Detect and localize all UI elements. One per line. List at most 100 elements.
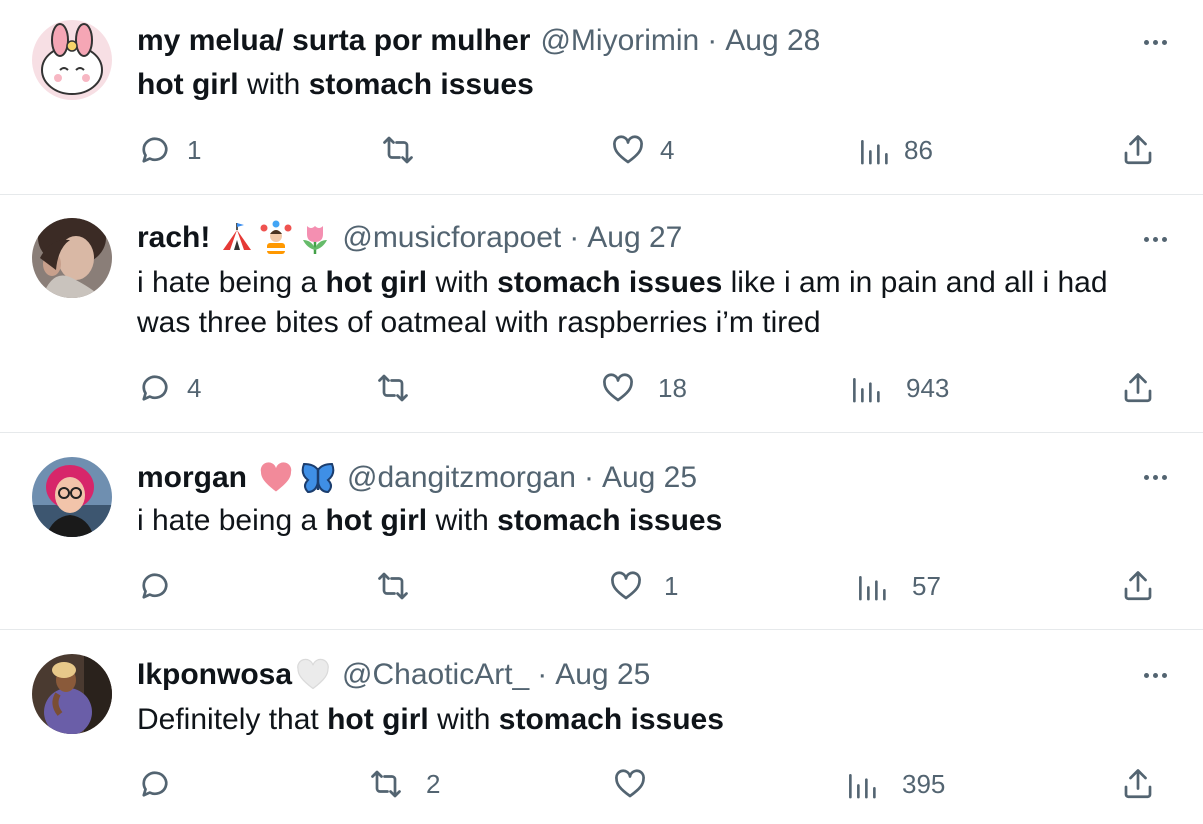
views-icon [856,568,888,604]
share-button[interactable] [1120,566,1156,606]
butterfly-icon [299,460,337,496]
like-count: 4 [660,134,675,165]
reply-button[interactable] [137,566,187,606]
reply-icon [137,766,173,802]
tweet-text: Definitely that hot girl with stomach is… [137,700,1133,740]
views-button[interactable]: 943 [850,368,949,408]
retweet-button[interactable] [380,130,430,170]
tweet-header: rach! @musicforapoet · Aug 27 [137,218,682,258]
separator-dot: · [569,221,580,254]
tweet-text-segment: Definitely that [137,703,328,736]
avatar[interactable] [32,218,112,298]
circus-tent-icon [220,220,254,256]
user-handle[interactable]: @musicforapoet [342,221,561,255]
juggler-emoji-icon [258,220,294,256]
tweet-text-segment: i hate being a [137,504,326,537]
tweet-date[interactable]: Aug 27 [587,221,682,255]
tweet[interactable]: Ikponwosa @ChaoticArt_ · Aug 25 Definite… [0,630,1203,824]
like-button[interactable]: 18 [600,368,687,408]
share-button[interactable] [1120,130,1156,170]
retweet-icon [380,132,416,168]
reply-button[interactable] [137,764,187,804]
tweet-text-segment: stomach issues [497,266,723,299]
views-icon [850,370,882,406]
tweet-text-segment: with [428,703,499,736]
retweet-button[interactable] [375,368,425,408]
like-button[interactable]: 4 [610,130,674,170]
like-icon [610,132,646,168]
reply-icon [137,370,173,406]
share-icon [1120,568,1156,604]
action-bar: 2 395 [0,764,1203,804]
like-icon [600,370,636,406]
tweet-text: hot girl with stomach issues [137,65,1133,105]
retweet-count: 2 [426,768,441,799]
tweet-date[interactable]: Aug 25 [555,658,650,692]
retweet-button[interactable]: 2 [368,764,440,804]
tweet-text-segment: hot girl [137,68,239,101]
tweet-text-segment: hot girl [327,703,429,736]
tweet[interactable]: morgan @dangitzmorgan · Aug 25 i hate be… [0,433,1203,629]
reply-icon [137,568,173,604]
share-icon [1120,766,1156,802]
share-button[interactable] [1120,764,1156,804]
view-count: 395 [902,768,946,799]
action-bar: 1 57 [0,566,1203,606]
reply-button[interactable]: 4 [137,368,201,408]
separator-dot: · [583,461,594,494]
pink-heart-icon [257,460,295,496]
more-icon[interactable] [1137,224,1173,254]
view-count: 943 [906,372,950,403]
tweet-date[interactable]: Aug 25 [602,461,697,495]
display-name[interactable]: Ikponwosa [137,658,292,692]
user-handle[interactable]: @dangitzmorgan [347,461,576,495]
views-button[interactable]: 86 [858,130,933,170]
like-button[interactable]: 1 [608,566,678,606]
tweet-text-segment: hot girl [325,504,428,537]
like-button[interactable] [612,764,662,804]
share-button[interactable] [1120,368,1156,408]
more-icon[interactable] [1137,462,1173,492]
avatar[interactable] [32,457,112,537]
views-icon [858,132,890,168]
share-icon [1120,370,1156,406]
display-name[interactable]: my melua/ surta por mulher [137,24,530,58]
retweet-icon [375,568,411,604]
tweet-date[interactable]: Aug 28 [725,24,820,58]
user-handle[interactable]: @Miyorimin [540,24,699,58]
tulip-icon [298,220,332,256]
reply-count: 1 [187,134,202,165]
tweet[interactable]: rach! @musicforapoet · Aug 27 i hate bei… [0,195,1203,432]
display-name[interactable]: rach! [137,221,210,255]
action-bar: 4 18 943 [0,368,1203,408]
views-icon [846,766,878,802]
tweet-text-segment: with [427,266,498,299]
like-count: 18 [658,372,687,403]
share-icon [1120,132,1156,168]
views-button[interactable]: 57 [856,566,941,606]
more-icon[interactable] [1137,27,1173,57]
separator-dot: · [707,24,718,57]
tweet-text-segment: with [238,68,309,101]
avatar[interactable] [32,20,112,100]
display-name[interactable]: morgan [137,461,247,495]
reply-count: 4 [187,372,202,403]
reply-button[interactable]: 1 [137,130,201,170]
retweet-icon [368,766,404,802]
like-icon [608,568,644,604]
avatar[interactable] [32,654,112,734]
tweet-header: my melua/ surta por mulher @Miyorimin · … [137,21,820,61]
views-button[interactable]: 395 [846,764,945,804]
white-heart-icon [294,657,332,693]
view-count: 86 [904,134,933,165]
retweet-button[interactable] [375,566,425,606]
tweet-text-segment: with [427,504,498,537]
view-count: 57 [912,570,941,601]
tweet[interactable]: my melua/ surta por mulher @Miyorimin · … [0,0,1203,194]
tweet-text-segment: stomach issues [498,703,724,736]
more-icon[interactable] [1137,660,1173,690]
user-handle[interactable]: @ChaoticArt_ [342,658,529,692]
tweet-text-segment: i hate being a [137,266,326,299]
like-count: 1 [664,570,679,601]
tweet-text: i hate being a hot girl with stomach iss… [137,501,1133,541]
